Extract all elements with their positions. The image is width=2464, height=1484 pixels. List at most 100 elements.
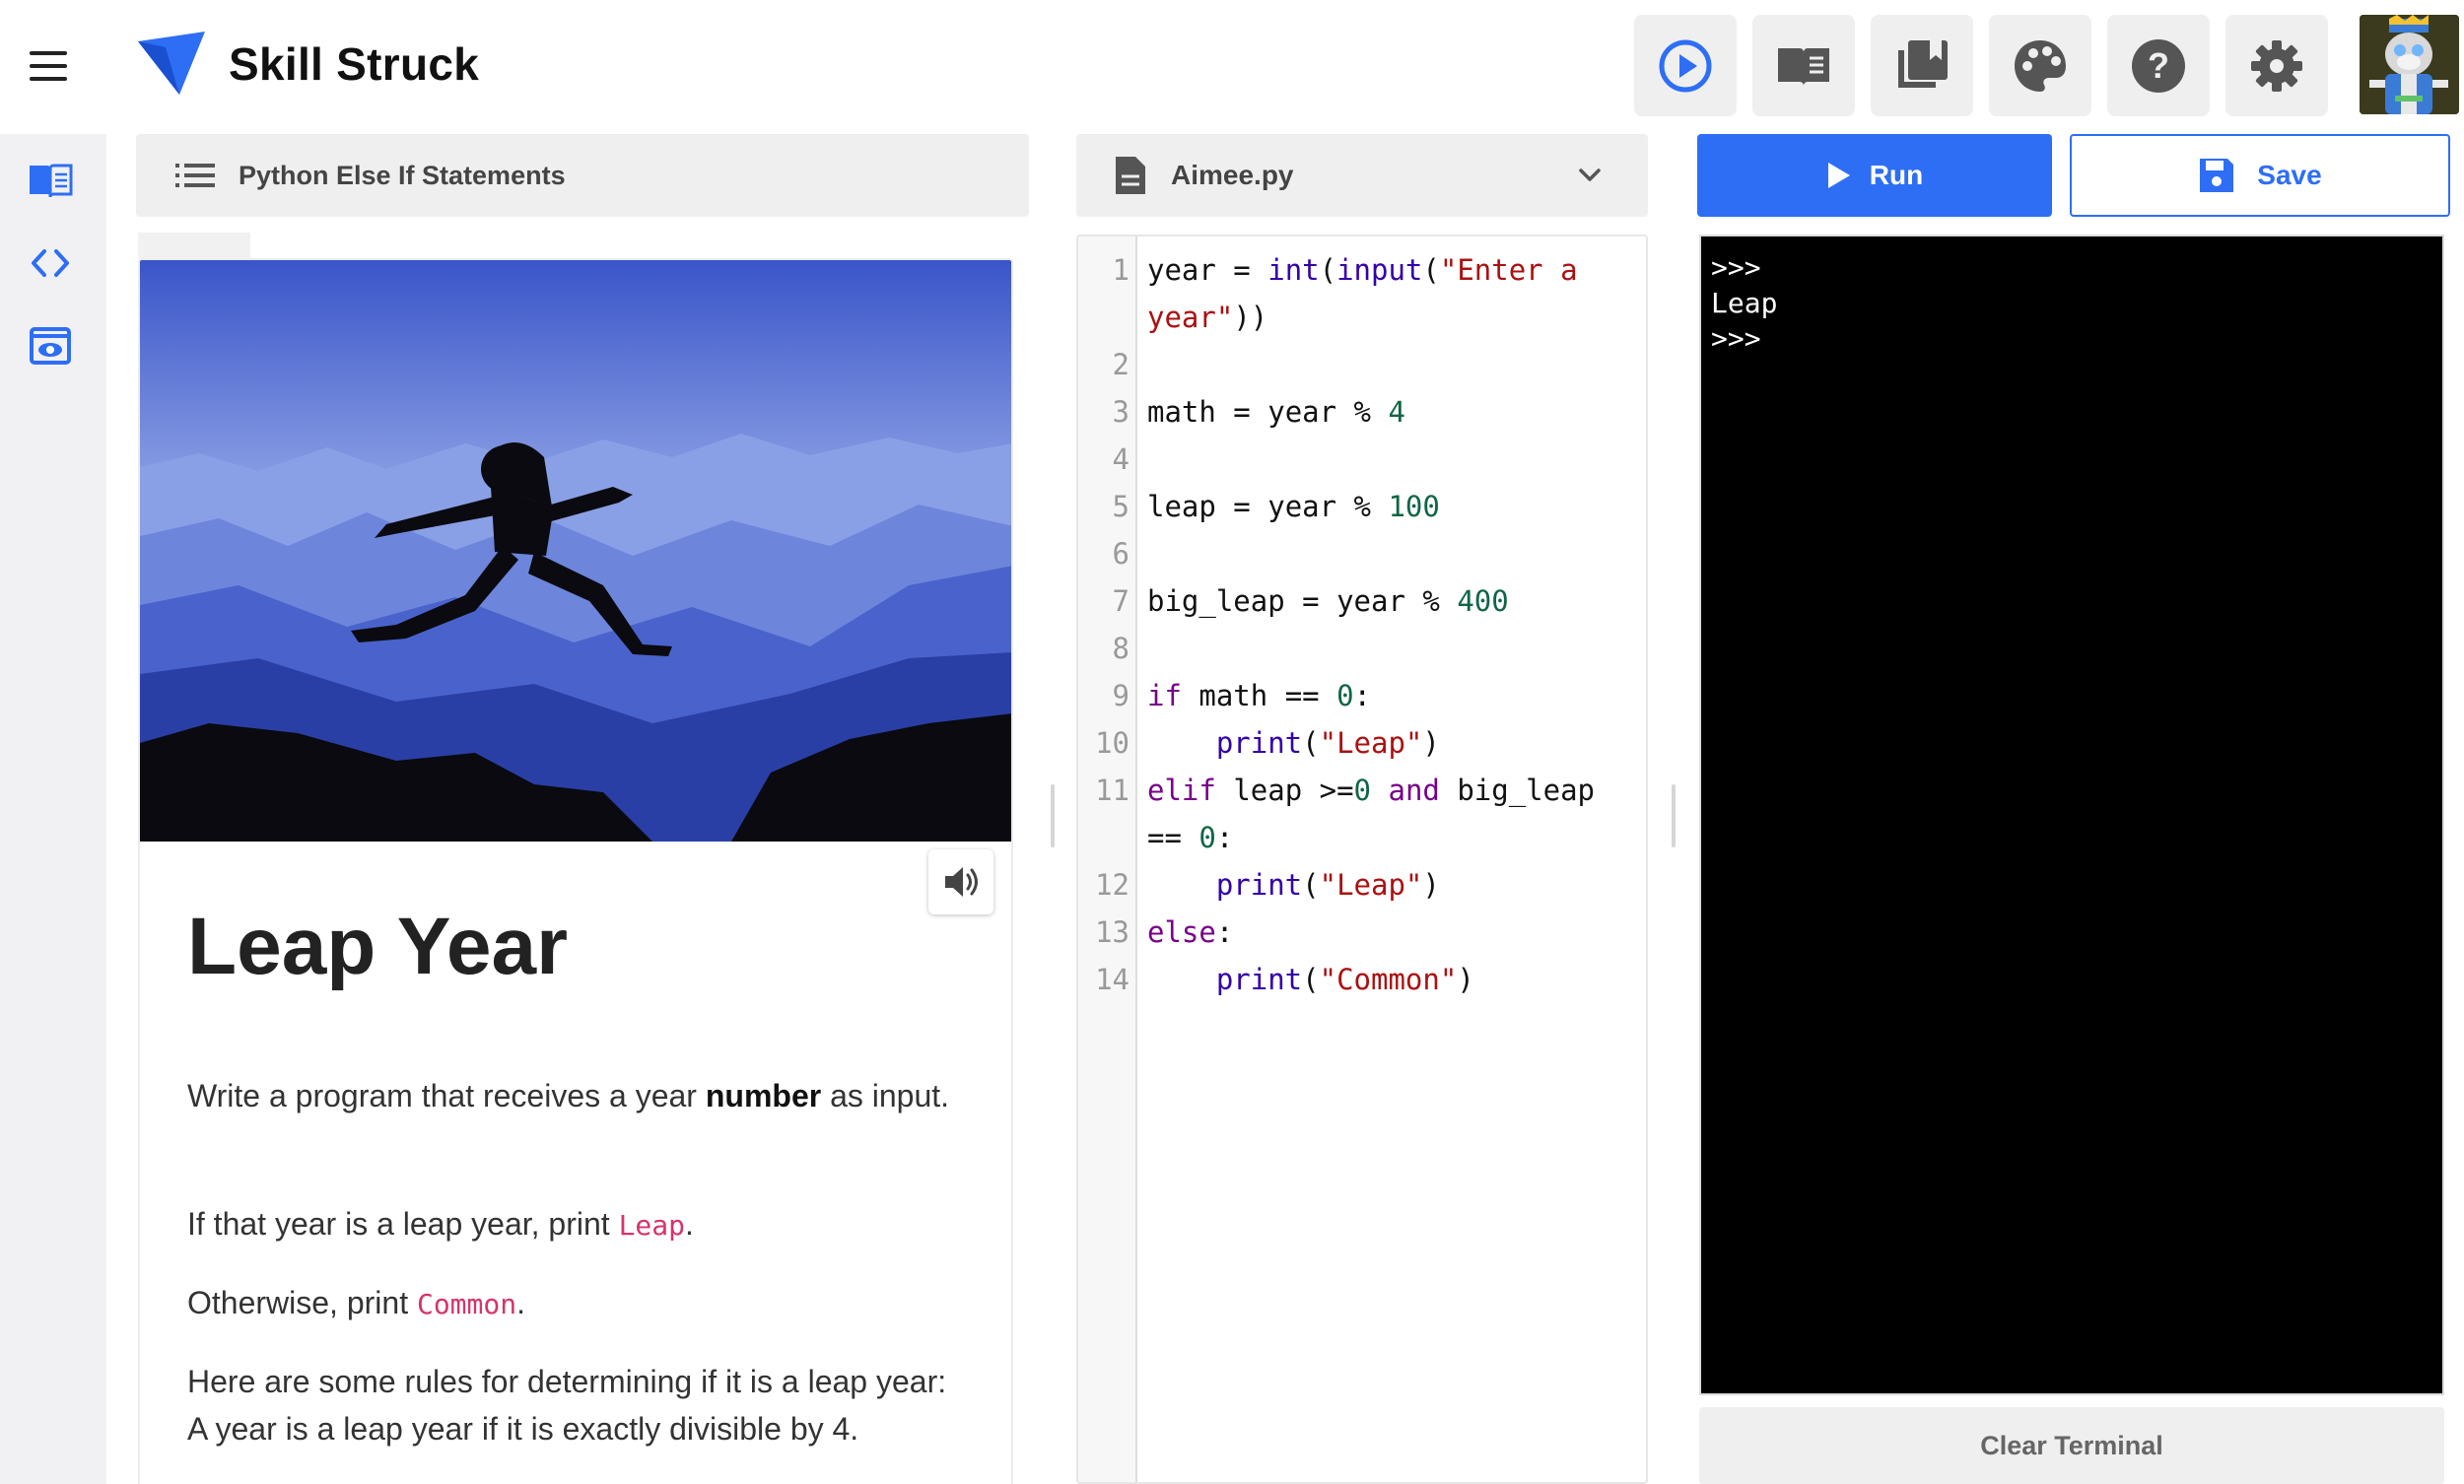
hamburger-line — [30, 51, 67, 55]
instruction-text: . — [685, 1206, 694, 1242]
main-menu-button[interactable] — [30, 51, 67, 81]
theme-button[interactable] — [1989, 15, 2091, 116]
line-number: 8 — [1112, 632, 1129, 665]
instruction-text: . — [516, 1285, 526, 1320]
file-icon — [1116, 157, 1145, 194]
read-aloud-button[interactable] — [928, 849, 993, 914]
code-line[interactable]: 8 — [1078, 625, 1646, 672]
line-number: 6 — [1112, 537, 1129, 571]
instruction-text: If that year is a leap year, print — [187, 1206, 619, 1242]
line-code: if math == 0: — [1147, 679, 1372, 712]
instruction-text: Otherwise, print — [187, 1285, 417, 1320]
save-button[interactable]: Save — [2070, 134, 2450, 217]
line-number: 4 — [1112, 442, 1129, 476]
file-name: Aimee.py — [1171, 160, 1294, 190]
line-number: 1 — [1112, 253, 1129, 287]
list-icon — [175, 164, 215, 187]
line-number: 12 — [1095, 868, 1129, 902]
hero-image — [140, 260, 1011, 842]
svg-text:?: ? — [2148, 45, 2169, 86]
code-line[interactable]: 5 leap = year % 100 — [1078, 483, 1646, 530]
terminal-line: >>> — [1711, 322, 1761, 355]
hamburger-line — [30, 64, 67, 68]
rail-item-code[interactable] — [26, 238, 75, 288]
run-button-label: Run — [1869, 160, 1924, 190]
code-line[interactable]: 2 — [1078, 341, 1646, 388]
code-line[interactable]: 11 elif leap >=0 and big_leap == 0: — [1078, 767, 1646, 861]
terminal-line: Leap — [1711, 287, 1778, 319]
help-button[interactable]: ? — [2107, 15, 2210, 116]
run-button[interactable]: Run — [1697, 134, 2052, 217]
lesson-selector[interactable]: Python Else If Statements — [136, 134, 1029, 217]
clear-terminal-button[interactable]: Clear Terminal — [1699, 1407, 2444, 1484]
line-code: big_leap = year % 400 — [1147, 584, 1509, 618]
code-lines[interactable]: 1 year = int(input("Enter a year")) 2 3 mat… — [1078, 246, 1646, 1003]
line-code: year = int(input("Enter a year")) — [1147, 253, 1596, 334]
editor-terminal-splitter[interactable] — [1672, 784, 1676, 847]
lessons-book-button[interactable] — [1752, 15, 1855, 116]
instruction-paragraph-4: Here are some rules for determining if i… — [187, 1364, 947, 1447]
palette-icon — [2015, 39, 2066, 92]
speaker-icon — [945, 867, 978, 897]
save-icon — [2200, 159, 2234, 192]
code-line[interactable]: 13 else: — [1078, 909, 1646, 956]
inline-code-leap: Leap — [618, 1209, 685, 1242]
instruction-paragraph-2: If that year is a leap year, print Leap. — [187, 1200, 966, 1249]
line-code: print("Leap") — [1215, 868, 1440, 902]
help-icon: ? — [2132, 38, 2185, 93]
instruction-paragraph-3: Otherwise, print Common. — [187, 1279, 966, 1328]
lesson-content: Leap Year Write a program that receives … — [138, 258, 1013, 1484]
play-circle-icon — [1659, 39, 1712, 92]
line-number: 7 — [1112, 584, 1129, 618]
code-line[interactable]: 4 — [1078, 436, 1646, 483]
code-line[interactable]: 10 print("Leap") — [1078, 719, 1646, 767]
instruction-text: as input. — [821, 1078, 950, 1113]
code-line[interactable]: 6 — [1078, 530, 1646, 577]
line-code: leap = year % 100 — [1147, 490, 1440, 523]
line-number: 2 — [1112, 348, 1129, 381]
code-line[interactable]: 7 big_leap = year % 400 — [1078, 577, 1646, 625]
code-line[interactable]: 1 year = int(input("Enter a year")) — [1078, 246, 1646, 341]
library-button[interactable] — [1871, 15, 1973, 116]
user-avatar[interactable] — [2360, 15, 2459, 114]
line-number: 11 — [1095, 774, 1129, 807]
inline-code-common: Common — [416, 1288, 517, 1320]
hamburger-line — [30, 77, 67, 81]
lesson-title: Leap Year — [187, 902, 568, 991]
line-code: math = year % 4 — [1147, 395, 1405, 429]
file-selector[interactable]: Aimee.py — [1076, 134, 1648, 217]
code-line[interactable]: 12 print("Leap") — [1078, 861, 1646, 909]
line-code: print("Common") — [1215, 963, 1474, 996]
rail-item-lesson[interactable] — [26, 156, 75, 205]
code-icon — [32, 249, 69, 277]
book-icon — [1778, 47, 1829, 86]
rail-item-preview[interactable] — [26, 321, 75, 371]
line-number: 9 — [1112, 679, 1129, 712]
line-number: 14 — [1095, 963, 1129, 996]
line-number: 3 — [1112, 395, 1129, 429]
avatar-image — [2360, 15, 2459, 114]
library-icon — [1898, 39, 1948, 88]
line-number: 10 — [1095, 726, 1129, 760]
code-line[interactable]: 9 if math == 0: — [1078, 672, 1646, 719]
play-icon — [1827, 163, 1850, 188]
chevron-down-icon — [1579, 169, 1601, 181]
instruction-text: Write a program that receives a year — [187, 1078, 706, 1113]
lesson-editor-splitter[interactable] — [1051, 784, 1055, 847]
run-preview-button[interactable] — [1634, 15, 1737, 116]
code-line[interactable]: 14 print("Common") — [1078, 956, 1646, 1003]
settings-button[interactable] — [2225, 15, 2328, 116]
line-number: 13 — [1095, 915, 1129, 949]
terminal-output[interactable]: >>> Leap >>> — [1699, 235, 2444, 1395]
code-editor[interactable]: 1 year = int(input("Enter a year")) 2 3 mat… — [1076, 235, 1648, 1484]
line-number: 5 — [1112, 490, 1129, 523]
lesson-page-tab[interactable] — [138, 233, 250, 258]
code-line[interactable]: 3 math = year % 4 — [1078, 388, 1646, 436]
instruction-paragraph-1: Write a program that receives a year num… — [187, 1072, 966, 1119]
brand-logo[interactable]: Skill Struck — [136, 30, 479, 99]
lesson-header-title: Python Else If Statements — [239, 160, 566, 190]
gear-icon — [2251, 39, 2302, 92]
